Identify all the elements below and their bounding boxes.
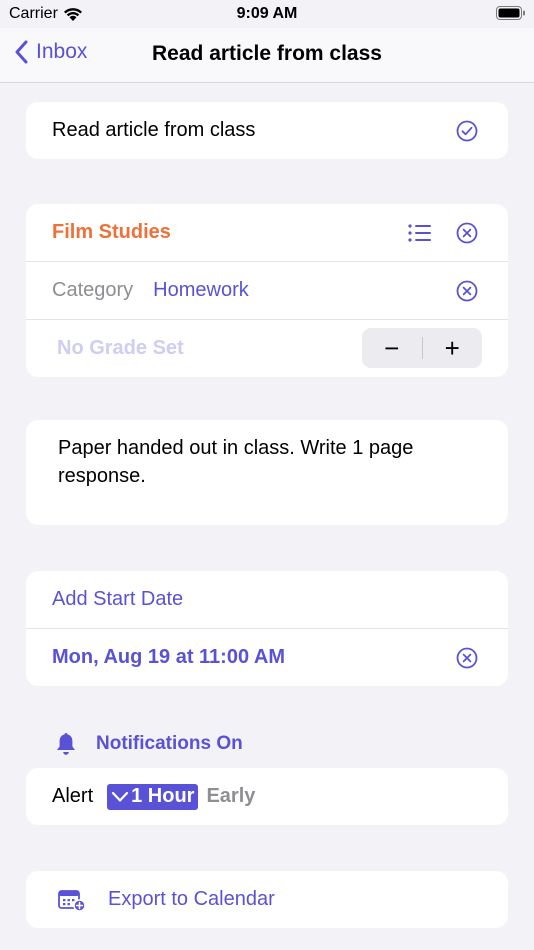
status-bar: Carrier 9:09 AM bbox=[0, 0, 534, 28]
export-calendar-button[interactable]: Export to Calendar bbox=[26, 871, 508, 928]
clear-due-date-icon[interactable] bbox=[456, 647, 478, 669]
notifications-header[interactable]: Notifications On bbox=[54, 731, 243, 757]
chevron-down-icon bbox=[112, 791, 129, 802]
alert-row: Alert 1 Hour Early bbox=[26, 768, 508, 825]
minus-icon: − bbox=[384, 332, 400, 363]
add-start-date-button[interactable]: Add Start Date bbox=[52, 588, 183, 611]
calendar-card: Export to Calendar bbox=[26, 871, 508, 928]
grade-row: No Grade Set − + bbox=[26, 319, 508, 377]
alert-time-value: 1 Hour bbox=[131, 785, 195, 807]
dates-card: Add Start Date Mon, Aug 19 at 11:00 AM bbox=[26, 571, 508, 686]
calendar-add-icon bbox=[58, 889, 86, 912]
export-calendar-label: Export to Calendar bbox=[108, 888, 275, 910]
battery-icon bbox=[496, 6, 525, 20]
start-date-row[interactable]: Add Start Date bbox=[26, 571, 508, 628]
task-title-row[interactable]: Read article from class bbox=[26, 102, 508, 159]
increment-button[interactable]: + bbox=[423, 328, 483, 368]
course-card: Film Studies Category Homework No Grade … bbox=[26, 204, 508, 377]
clear-course-icon[interactable] bbox=[456, 222, 478, 244]
bell-icon bbox=[57, 733, 75, 755]
alert-time-picker[interactable]: 1 Hour bbox=[107, 783, 199, 810]
page-title: Read article from class bbox=[152, 42, 382, 65]
list-icon[interactable] bbox=[408, 223, 432, 242]
category-value[interactable]: Homework bbox=[153, 279, 249, 302]
notifications-status: Notifications On bbox=[96, 733, 243, 754]
decrement-button[interactable]: − bbox=[362, 328, 422, 368]
due-date-value[interactable]: Mon, Aug 19 at 11:00 AM bbox=[52, 646, 285, 669]
alert-label: Alert bbox=[52, 785, 94, 807]
complete-checkmark-icon[interactable] bbox=[456, 120, 478, 142]
grade-stepper: − + bbox=[362, 328, 482, 368]
alert-suffix: Early bbox=[206, 785, 256, 807]
navigation-bar: Inbox Read article from class bbox=[0, 28, 534, 83]
notes-card: Paper handed out in class. Write 1 page … bbox=[26, 420, 508, 525]
grade-placeholder: No Grade Set bbox=[57, 337, 184, 359]
clock: 9:09 AM bbox=[236, 5, 298, 22]
plus-icon: + bbox=[444, 332, 460, 363]
category-row[interactable]: Category Homework bbox=[26, 261, 508, 319]
course-name: Film Studies bbox=[52, 221, 171, 243]
alert-card: Alert 1 Hour Early bbox=[26, 768, 508, 825]
task-title-card: Read article from class bbox=[26, 102, 508, 159]
course-row[interactable]: Film Studies bbox=[26, 204, 508, 261]
category-label: Category bbox=[52, 279, 134, 301]
notes-text[interactable]: Paper handed out in class. Write 1 page … bbox=[26, 420, 508, 525]
clear-category-icon[interactable] bbox=[456, 280, 478, 302]
due-date-row[interactable]: Mon, Aug 19 at 11:00 AM bbox=[26, 628, 508, 686]
task-title: Read article from class bbox=[52, 119, 256, 141]
